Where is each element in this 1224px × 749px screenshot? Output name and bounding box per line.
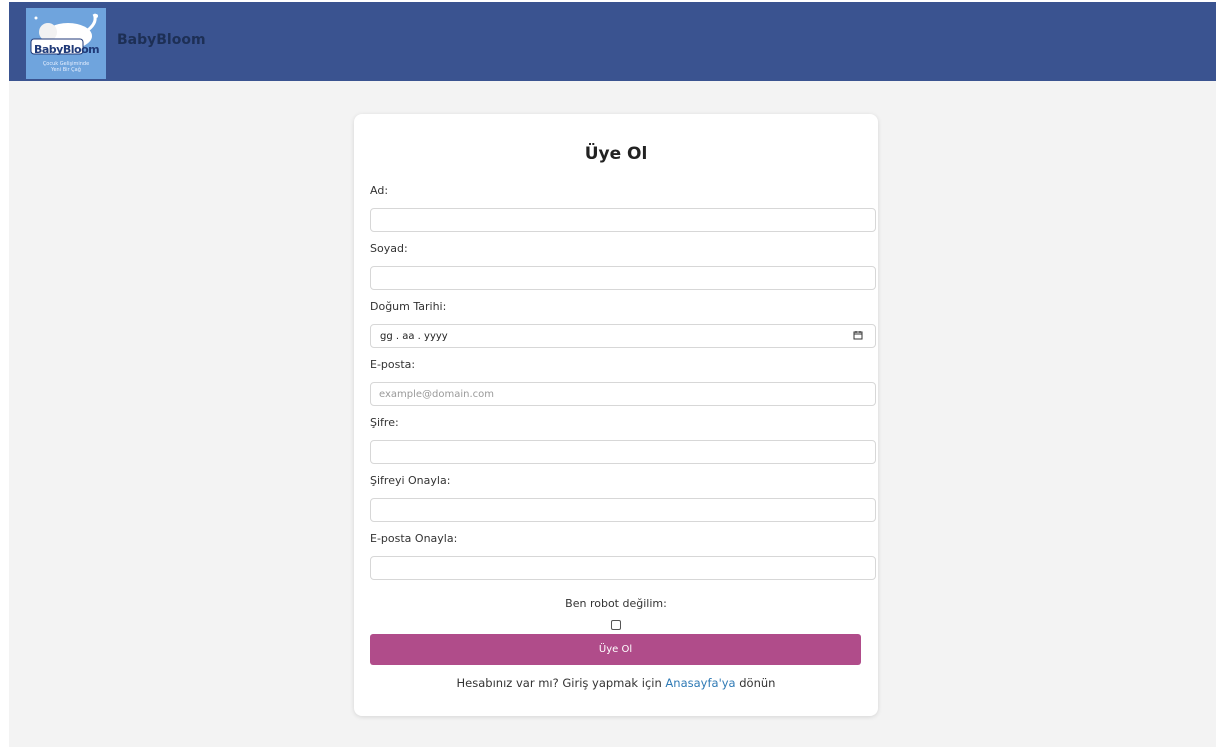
email-label: E-posta: bbox=[370, 358, 416, 371]
last-name-field[interactable] bbox=[370, 266, 876, 290]
password-label: Şifre: bbox=[370, 416, 399, 429]
robot-label: Ben robot değilim: bbox=[565, 597, 667, 610]
signup-card: Üye Ol Ad: Soyad: Doğum Tarihi: gg . aa … bbox=[354, 114, 878, 716]
first-name-field[interactable] bbox=[370, 208, 876, 232]
password-confirm-field[interactable] bbox=[370, 498, 876, 522]
birth-date-field[interactable]: gg . aa . yyyy bbox=[370, 324, 876, 348]
header: BabyBloom Çocuk Gelişiminde Yeni Bir Çağ… bbox=[9, 2, 1216, 81]
password-field[interactable] bbox=[370, 440, 876, 464]
login-prompt-suffix: dönün bbox=[739, 676, 776, 690]
birth-date-label: Doğum Tarihi: bbox=[370, 300, 447, 313]
signup-button[interactable]: Üye Ol bbox=[370, 634, 861, 665]
page: BabyBloom Çocuk Gelişiminde Yeni Bir Çağ… bbox=[9, 2, 1216, 747]
logo-tagline: Çocuk Gelişiminde Yeni Bir Çağ bbox=[42, 61, 90, 73]
email-confirm-label: E-posta Onayla: bbox=[370, 532, 458, 545]
login-prompt: Hesabınız var mı? Giriş yapmak için Anas… bbox=[354, 676, 878, 690]
robot-checkbox[interactable] bbox=[611, 620, 621, 630]
email-field[interactable] bbox=[370, 382, 876, 406]
logo-text: BabyBloom bbox=[34, 43, 100, 56]
birth-date-value: gg . aa . yyyy bbox=[380, 331, 448, 342]
password-confirm-label: Şifreyi Onayla: bbox=[370, 474, 451, 487]
homepage-link[interactable]: Anasayfa'ya bbox=[665, 676, 735, 690]
last-name-label: Soyad: bbox=[370, 242, 408, 255]
brand-name[interactable]: BabyBloom bbox=[117, 32, 206, 48]
page-title: Üye Ol bbox=[584, 144, 648, 164]
login-prompt-text: Hesabınız var mı? Giriş yapmak için bbox=[456, 676, 662, 690]
email-confirm-field[interactable] bbox=[370, 556, 876, 580]
logo[interactable]: BabyBloom Çocuk Gelişiminde Yeni Bir Çağ bbox=[26, 8, 106, 79]
first-name-label: Ad: bbox=[370, 184, 389, 197]
calendar-icon[interactable] bbox=[853, 330, 863, 343]
